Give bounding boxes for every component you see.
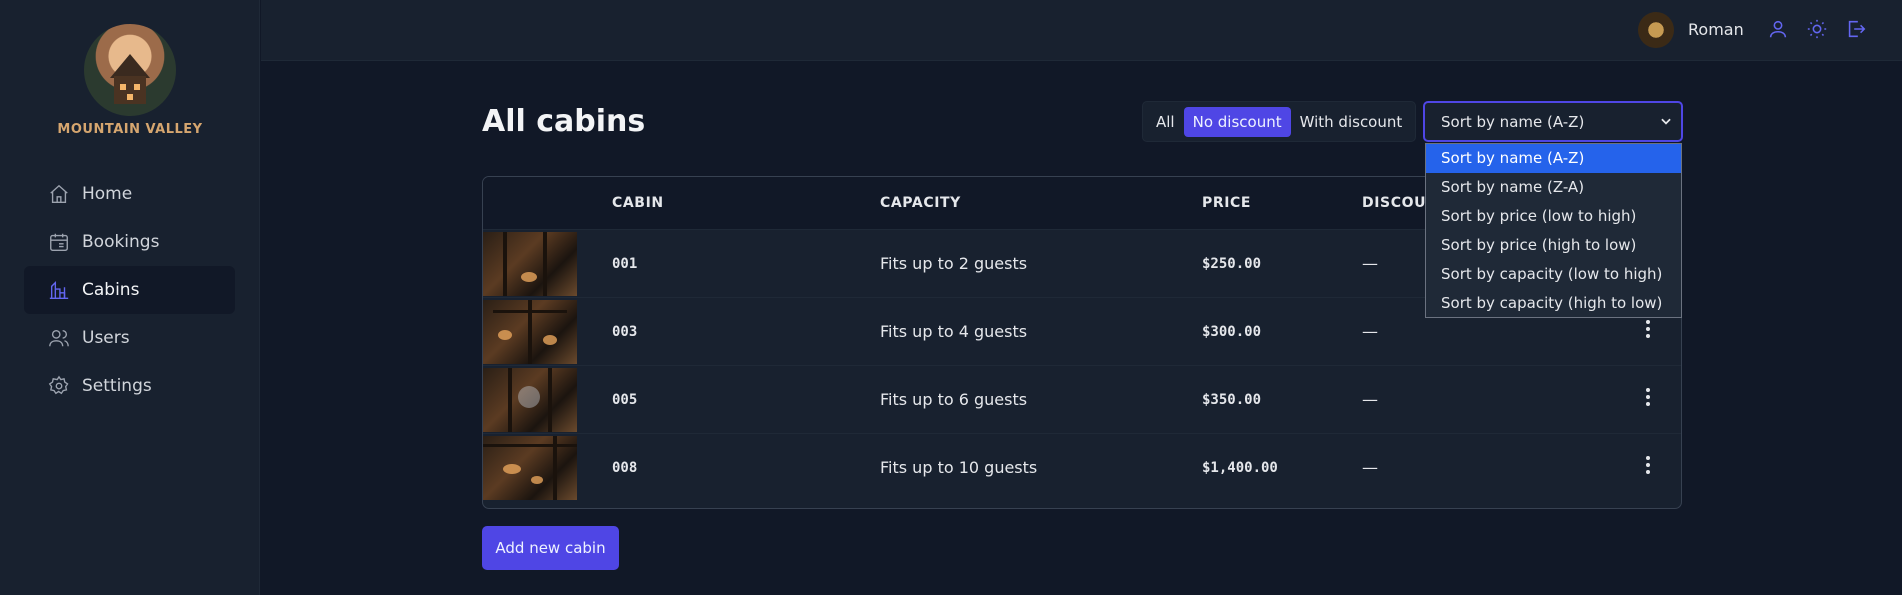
cabin-name: 005 bbox=[612, 392, 638, 408]
sidebar-item-users[interactable]: Users bbox=[24, 314, 235, 362]
cabin-image bbox=[483, 368, 577, 432]
main-nav: Home Bookings Cabins Users Settings bbox=[24, 170, 235, 410]
cabin-image bbox=[483, 436, 577, 500]
sidebar-item-label: Cabins bbox=[82, 280, 140, 300]
cabin-name: 003 bbox=[612, 324, 638, 340]
sidebar-item-label: Users bbox=[82, 328, 130, 348]
avatar[interactable] bbox=[1638, 12, 1674, 48]
cabins-icon bbox=[48, 279, 70, 301]
calendar-icon bbox=[48, 231, 70, 253]
cabin-name: 008 bbox=[612, 460, 638, 476]
chevron-down-icon bbox=[1659, 114, 1673, 128]
home-icon bbox=[48, 183, 70, 205]
sidebar-item-settings[interactable]: Settings bbox=[24, 362, 235, 410]
table-row: 005 Fits up to 6 guests $350.00 — bbox=[483, 366, 1681, 434]
sort-option[interactable]: Sort by capacity (high to low) bbox=[1426, 289, 1681, 318]
users-icon bbox=[48, 327, 70, 349]
cabin-discount: — bbox=[1362, 458, 1378, 477]
logout-icon[interactable] bbox=[1845, 18, 1867, 40]
sort-option[interactable]: Sort by name (Z-A) bbox=[1426, 173, 1681, 202]
sidebar-item-cabins[interactable]: Cabins bbox=[24, 266, 235, 314]
column-header-cabin: Cabin bbox=[612, 195, 664, 211]
cabin-discount: — bbox=[1362, 322, 1378, 341]
table-row: 008 Fits up to 10 guests $1,400.00 — bbox=[483, 434, 1681, 502]
add-new-cabin-button[interactable]: Add new cabin bbox=[482, 526, 619, 570]
sidebar-item-label: Settings bbox=[82, 376, 152, 396]
row-menu-button[interactable] bbox=[1645, 388, 1651, 410]
filter-all-button[interactable]: All bbox=[1147, 107, 1184, 137]
cabin-image bbox=[483, 232, 577, 296]
cabin-discount: — bbox=[1362, 254, 1378, 273]
cabin-capacity: Fits up to 2 guests bbox=[880, 254, 1028, 273]
sort-options-list: Sort by name (A-Z) Sort by name (Z-A) So… bbox=[1425, 143, 1682, 318]
sort-option[interactable]: Sort by price (low to high) bbox=[1426, 202, 1681, 231]
cabin-price: $300.00 bbox=[1202, 324, 1262, 340]
row-menu-button[interactable] bbox=[1645, 456, 1651, 478]
cabin-price: $250.00 bbox=[1202, 256, 1262, 272]
cabin-capacity: Fits up to 10 guests bbox=[880, 458, 1038, 477]
sort-option[interactable]: Sort by capacity (low to high) bbox=[1426, 260, 1681, 289]
cabin-discount: — bbox=[1362, 390, 1378, 409]
logo: MOUNTAIN VALLEY bbox=[0, 24, 260, 137]
sun-icon[interactable] bbox=[1806, 18, 1828, 40]
sort-option[interactable]: Sort by name (A-Z) bbox=[1426, 144, 1681, 173]
sidebar-item-home[interactable]: Home bbox=[24, 170, 235, 218]
sort-option[interactable]: Sort by price (high to low) bbox=[1426, 231, 1681, 260]
cabin-price: $350.00 bbox=[1202, 392, 1262, 408]
cabin-price: $1,400.00 bbox=[1202, 460, 1278, 476]
filter-no-discount-button[interactable]: No discount bbox=[1183, 106, 1291, 137]
page-title: All cabins bbox=[482, 104, 646, 139]
gear-icon bbox=[48, 375, 70, 397]
sidebar: MOUNTAIN VALLEY Home Bookings Cabins Use… bbox=[0, 0, 260, 595]
filter-with-discount-button[interactable]: With discount bbox=[1291, 107, 1412, 137]
sort-select-value: Sort by name (A-Z) bbox=[1441, 112, 1585, 131]
brand-name: MOUNTAIN VALLEY bbox=[57, 122, 203, 137]
discount-filter: All No discount With discount bbox=[1142, 101, 1417, 142]
user-icon[interactable] bbox=[1767, 18, 1789, 40]
row-menu-button[interactable] bbox=[1645, 320, 1651, 342]
cabin-capacity: Fits up to 4 guests bbox=[880, 322, 1028, 341]
cabin-capacity: Fits up to 6 guests bbox=[880, 390, 1028, 409]
column-header-price: Price bbox=[1202, 195, 1252, 211]
sidebar-item-label: Bookings bbox=[82, 232, 160, 252]
sort-select[interactable]: Sort by name (A-Z) bbox=[1423, 101, 1683, 142]
column-header-capacity: Capacity bbox=[880, 195, 961, 211]
sidebar-item-label: Home bbox=[82, 184, 133, 204]
logo-image bbox=[84, 24, 176, 116]
user-name: Roman bbox=[1688, 20, 1744, 39]
cabin-name: 001 bbox=[612, 256, 638, 272]
sidebar-item-bookings[interactable]: Bookings bbox=[24, 218, 235, 266]
cabin-image bbox=[483, 300, 577, 364]
